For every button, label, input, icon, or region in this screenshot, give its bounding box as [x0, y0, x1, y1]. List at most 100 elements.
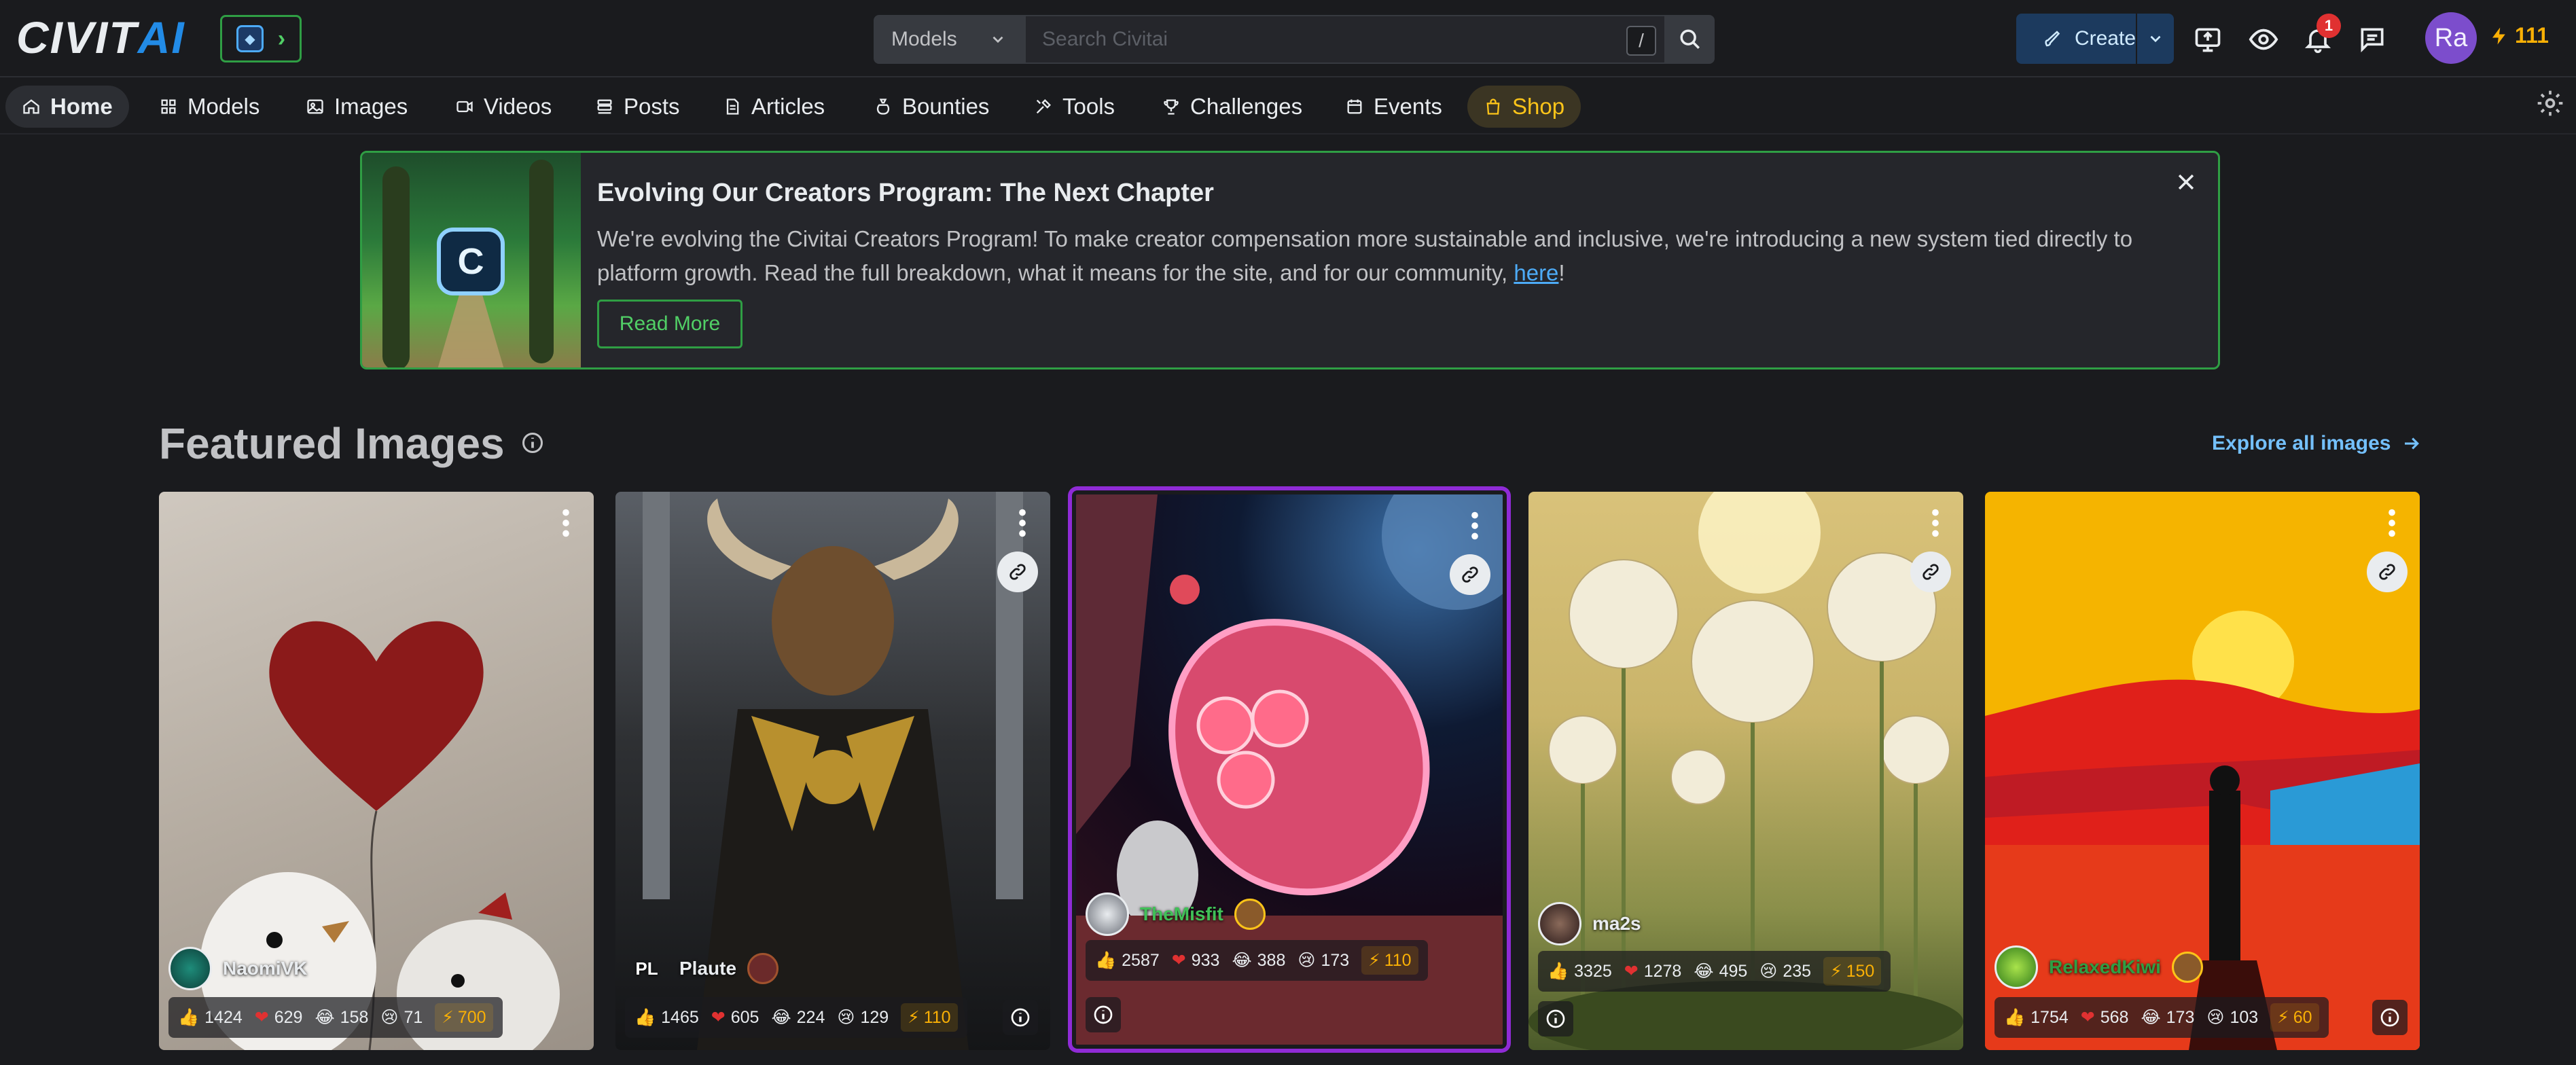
- card-menu-button[interactable]: [1470, 511, 1480, 544]
- heart-reaction[interactable]: ❤ 605: [711, 1007, 759, 1028]
- card-reactions: 👍 3325 ❤ 1278 😂 495 😢 235 ⚡ 150: [1538, 951, 1891, 992]
- nav-challenges[interactable]: Challenges: [1145, 86, 1319, 128]
- content-filter-button[interactable]: [2244, 20, 2283, 58]
- avatar: [1994, 945, 2038, 989]
- image-card[interactable]: RelaxedKiwi 👍 1754 ❤ 568 😂 173 😢 103 ⚡ 60: [1985, 492, 2420, 1050]
- image-card[interactable]: ma2s 👍 3325 ❤ 1278 😂 495 😢 235 ⚡ 150: [1528, 492, 1963, 1050]
- remix-link-button[interactable]: [2367, 552, 2408, 592]
- trophy-icon: [1164, 99, 1179, 115]
- search-button[interactable]: [1666, 15, 1715, 64]
- rank-badge: [747, 953, 779, 984]
- cry-reaction[interactable]: 😢 173: [1298, 950, 1349, 971]
- card-menu-button[interactable]: [1018, 508, 1027, 541]
- heart-reaction[interactable]: ❤ 568: [2081, 1007, 2129, 1028]
- creator-program-badge[interactable]: ◆ ›: [220, 15, 302, 62]
- like-reaction[interactable]: 👍 1465: [634, 1008, 699, 1028]
- card-reactions: 👍 1465 ❤ 605 😂 224 😢 129 ⚡ 110: [625, 997, 967, 1038]
- nav-posts[interactable]: Posts: [579, 86, 696, 128]
- lightning-icon: [2492, 27, 2505, 44]
- lightning-icon: ⚡: [1830, 962, 1842, 981]
- cry-reaction[interactable]: 😢 71: [380, 1007, 423, 1028]
- upload-button[interactable]: [2189, 20, 2227, 58]
- nav-models[interactable]: Models: [143, 86, 276, 128]
- civitai-logo[interactable]: CIVIT AI: [16, 12, 185, 62]
- money-bag-icon: [876, 98, 890, 115]
- home-icon: [23, 99, 39, 114]
- thumbs-up-icon: 👍: [1548, 961, 1569, 981]
- remix-link-button[interactable]: [997, 552, 1038, 592]
- featured-images-title: Featured Images: [159, 419, 505, 468]
- hexagon-icon: ◆: [236, 25, 264, 52]
- create-button[interactable]: Create: [2016, 14, 2174, 64]
- card-menu-button[interactable]: [2387, 508, 2397, 541]
- card-user[interactable]: ma2s: [1538, 902, 1641, 945]
- thumbs-up-icon: 👍: [178, 1007, 200, 1027]
- tip-buzz[interactable]: ⚡ 110: [1361, 946, 1418, 975]
- laugh-icon: 😂: [771, 1008, 791, 1027]
- card-user[interactable]: PL Plaute: [625, 947, 779, 990]
- notification-count-badge: 1: [2316, 14, 2341, 38]
- nav-events[interactable]: Events: [1329, 86, 1459, 128]
- buzz-balance[interactable]: 111: [2489, 23, 2549, 48]
- image-info-button[interactable]: [1003, 1000, 1038, 1035]
- heart-reaction[interactable]: ❤ 1278: [1624, 961, 1682, 981]
- image-info-button[interactable]: [1086, 997, 1121, 1032]
- settings-button[interactable]: [2535, 88, 2565, 122]
- banner-here-link[interactable]: here: [1514, 260, 1558, 285]
- image-card[interactable]: NaomiVK 👍 1424 ❤ 629 😂 158 😢 71 ⚡ 700: [159, 492, 594, 1050]
- like-reaction[interactable]: 👍 3325: [1548, 962, 1612, 981]
- image-card[interactable]: PL Plaute 👍 1465 ❤ 605 😂 224 😢 129 ⚡ 110: [615, 492, 1050, 1050]
- cry-reaction[interactable]: 😢 129: [837, 1007, 889, 1028]
- like-reaction[interactable]: 👍 1754: [2004, 1008, 2069, 1028]
- cry-icon: 😢: [1298, 951, 1316, 970]
- featured-info-button[interactable]: [520, 431, 545, 458]
- create-dropdown-toggle[interactable]: [2137, 30, 2174, 48]
- chevron-right-icon: ›: [277, 25, 286, 52]
- card-user[interactable]: TheMisfit: [1086, 892, 1266, 936]
- image-card[interactable]: TheMisfit 👍 2587 ❤ 933 😂 388 😢 173 ⚡ 110: [1072, 490, 1507, 1049]
- like-reaction[interactable]: 👍 1424: [178, 1008, 243, 1028]
- nav-articles[interactable]: Articles: [706, 86, 841, 128]
- like-reaction[interactable]: 👍 2587: [1095, 951, 1160, 971]
- create-main[interactable]: Create: [2016, 14, 2137, 64]
- remix-link-button[interactable]: [1450, 554, 1490, 595]
- nav-home[interactable]: Home: [5, 86, 129, 128]
- nav-shop[interactable]: Shop: [1467, 86, 1581, 128]
- tip-buzz[interactable]: ⚡ 110: [901, 1003, 958, 1032]
- tip-buzz[interactable]: ⚡ 150: [1823, 957, 1882, 986]
- card-menu-button[interactable]: [1931, 508, 1940, 541]
- laugh-reaction[interactable]: 😂 158: [315, 1007, 368, 1028]
- tip-buzz[interactable]: ⚡ 700: [435, 1003, 493, 1032]
- thumbs-up-icon: 👍: [634, 1007, 656, 1027]
- tip-buzz[interactable]: ⚡ 60: [2270, 1003, 2319, 1032]
- eye-icon: [2249, 29, 2278, 50]
- info-icon: [522, 433, 543, 453]
- search-scope-select[interactable]: Models: [874, 15, 1024, 64]
- card-user[interactable]: RelaxedKiwi: [1994, 945, 2203, 989]
- image-info-button[interactable]: [1538, 1001, 1573, 1036]
- nav-images[interactable]: Images: [289, 86, 424, 128]
- card-user[interactable]: NaomiVK: [168, 947, 307, 990]
- heart-reaction[interactable]: ❤ 933: [1172, 950, 1220, 971]
- image-info-button[interactable]: [2372, 1000, 2408, 1035]
- heart-reaction[interactable]: ❤ 629: [255, 1007, 303, 1028]
- laugh-reaction[interactable]: 😂 224: [771, 1007, 825, 1028]
- user-avatar[interactable]: Ra: [2425, 12, 2477, 64]
- laugh-reaction[interactable]: 😂 173: [2141, 1007, 2194, 1028]
- explore-all-images-link[interactable]: Explore all images: [2212, 432, 2422, 455]
- nav-bounties[interactable]: Bounties: [857, 86, 1005, 128]
- laugh-reaction[interactable]: 😂 388: [1232, 950, 1285, 971]
- nav-tools[interactable]: Tools: [1018, 86, 1131, 128]
- card-menu-button[interactable]: [561, 508, 571, 541]
- chat-button[interactable]: [2353, 20, 2391, 58]
- read-more-button[interactable]: Read More: [597, 300, 743, 348]
- search-input[interactable]: Search Civitai /: [1024, 15, 1666, 64]
- cry-reaction[interactable]: 😢 235: [1759, 961, 1811, 981]
- chevron-down-icon: [2150, 35, 2161, 43]
- remix-link-button[interactable]: [1910, 552, 1951, 592]
- nav-videos[interactable]: Videos: [439, 86, 568, 128]
- cry-reaction[interactable]: 😢 103: [2206, 1007, 2258, 1028]
- laugh-reaction[interactable]: 😂 495: [1694, 961, 1747, 981]
- banner-close-button[interactable]: [2175, 170, 2198, 197]
- info-icon: [2380, 1008, 2399, 1027]
